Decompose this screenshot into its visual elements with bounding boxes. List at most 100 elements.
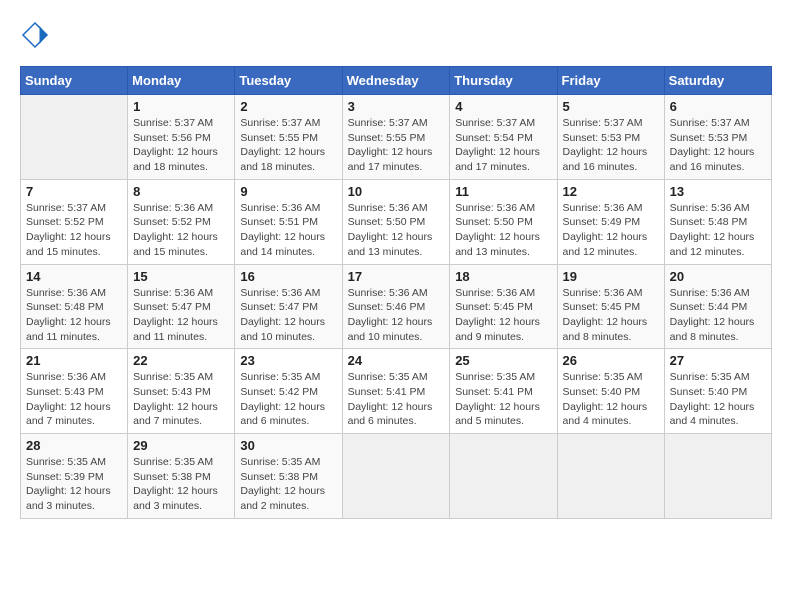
calendar-cell: 12Sunrise: 5:36 AM Sunset: 5:49 PM Dayli… — [557, 179, 664, 264]
calendar-cell: 27 Sunrise: 5:35 AM Sunset: 5:40 PM Dayli… — [664, 349, 771, 434]
weekday-header-saturday: Saturday — [664, 67, 771, 95]
calendar-cell: 22 Sunrise: 5:35 AM Sunset: 5:43 PM Dayli… — [128, 349, 235, 434]
day-info: Sunrise: 5:35 AM Sunset: 5:39 PM Dayligh… — [26, 455, 122, 514]
day-number: 17 — [348, 269, 445, 284]
logo — [20, 20, 54, 50]
day-info: Sunrise: 5:35 AM Sunset: 5:40 PM Dayligh… — [563, 370, 659, 429]
day-number: 27 — [670, 353, 766, 368]
day-info: Sunrise: 5:36 AM Sunset: 5:50 PM Dayligh… — [348, 201, 445, 260]
weekday-header-sunday: Sunday — [21, 67, 128, 95]
calendar-cell: 20Sunrise: 5:36 AM Sunset: 5:44 PM Dayli… — [664, 264, 771, 349]
calendar-cell: 19 Sunrise: 5:36 AM Sunset: 5:45 PM Dayli… — [557, 264, 664, 349]
calendar-cell: 5Sunrise: 5:37 AM Sunset: 5:53 PM Daylig… — [557, 95, 664, 180]
weekday-header-tuesday: Tuesday — [235, 67, 342, 95]
calendar-cell: 28 Sunrise: 5:35 AM Sunset: 5:39 PM Dayli… — [21, 434, 128, 519]
day-number: 4 — [455, 99, 551, 114]
week-row-3: 14 Sunrise: 5:36 AM Sunset: 5:48 PM Dayli… — [21, 264, 772, 349]
day-info: Sunrise: 5:37 AM Sunset: 5:55 PM Dayligh… — [348, 116, 445, 175]
day-info: Sunrise: 5:36 AM Sunset: 5:45 PM Dayligh… — [563, 286, 659, 345]
calendar-cell — [664, 434, 771, 519]
day-number: 6 — [670, 99, 766, 114]
day-number: 24 — [348, 353, 445, 368]
calendar-cell: 2 Sunrise: 5:37 AM Sunset: 5:55 PM Daylig… — [235, 95, 342, 180]
day-number: 11 — [455, 184, 551, 199]
day-info: Sunrise: 5:36 AM Sunset: 5:46 PM Dayligh… — [348, 286, 445, 345]
calendar-cell: 3 Sunrise: 5:37 AM Sunset: 5:55 PM Daylig… — [342, 95, 450, 180]
calendar-cell: 7 Sunrise: 5:37 AM Sunset: 5:52 PM Daylig… — [21, 179, 128, 264]
calendar-body: 1Sunrise: 5:37 AM Sunset: 5:56 PM Daylig… — [21, 95, 772, 519]
day-number: 12 — [563, 184, 659, 199]
day-number: 30 — [240, 438, 336, 453]
calendar-cell: 16 Sunrise: 5:36 AM Sunset: 5:47 PM Dayli… — [235, 264, 342, 349]
calendar-cell: 24 Sunrise: 5:35 AM Sunset: 5:41 PM Dayli… — [342, 349, 450, 434]
day-number: 10 — [348, 184, 445, 199]
day-info: Sunrise: 5:35 AM Sunset: 5:43 PM Dayligh… — [133, 370, 229, 429]
week-row-2: 7 Sunrise: 5:37 AM Sunset: 5:52 PM Daylig… — [21, 179, 772, 264]
weekday-row: SundayMondayTuesdayWednesdayThursdayFrid… — [21, 67, 772, 95]
calendar-cell: 6 Sunrise: 5:37 AM Sunset: 5:53 PM Daylig… — [664, 95, 771, 180]
calendar-cell — [342, 434, 450, 519]
day-info: Sunrise: 5:37 AM Sunset: 5:55 PM Dayligh… — [240, 116, 336, 175]
day-info: Sunrise: 5:37 AM Sunset: 5:54 PM Dayligh… — [455, 116, 551, 175]
calendar-cell: 21 Sunrise: 5:36 AM Sunset: 5:43 PM Dayli… — [21, 349, 128, 434]
calendar-cell: 23 Sunrise: 5:35 AM Sunset: 5:42 PM Dayli… — [235, 349, 342, 434]
weekday-header-thursday: Thursday — [450, 67, 557, 95]
calendar-cell: 25 Sunrise: 5:35 AM Sunset: 5:41 PM Dayli… — [450, 349, 557, 434]
calendar-cell — [21, 95, 128, 180]
day-number: 28 — [26, 438, 122, 453]
day-info: Sunrise: 5:36 AM Sunset: 5:47 PM Dayligh… — [133, 286, 229, 345]
day-info: Sunrise: 5:36 AM Sunset: 5:48 PM Dayligh… — [26, 286, 122, 345]
day-number: 21 — [26, 353, 122, 368]
calendar-cell: 26 Sunrise: 5:35 AM Sunset: 5:40 PM Dayli… — [557, 349, 664, 434]
day-info: Sunrise: 5:35 AM Sunset: 5:42 PM Dayligh… — [240, 370, 336, 429]
weekday-header-friday: Friday — [557, 67, 664, 95]
calendar-cell: 14 Sunrise: 5:36 AM Sunset: 5:48 PM Dayli… — [21, 264, 128, 349]
day-number: 23 — [240, 353, 336, 368]
day-info: Sunrise: 5:36 AM Sunset: 5:45 PM Dayligh… — [455, 286, 551, 345]
calendar-cell: 29Sunrise: 5:35 AM Sunset: 5:38 PM Dayli… — [128, 434, 235, 519]
day-number: 19 — [563, 269, 659, 284]
calendar-cell — [450, 434, 557, 519]
day-info: Sunrise: 5:36 AM Sunset: 5:50 PM Dayligh… — [455, 201, 551, 260]
day-info: Sunrise: 5:37 AM Sunset: 5:53 PM Dayligh… — [670, 116, 766, 175]
day-number: 3 — [348, 99, 445, 114]
day-info: Sunrise: 5:36 AM Sunset: 5:44 PM Dayligh… — [670, 286, 766, 345]
calendar-header: SundayMondayTuesdayWednesdayThursdayFrid… — [21, 67, 772, 95]
day-number: 2 — [240, 99, 336, 114]
calendar-table: SundayMondayTuesdayWednesdayThursdayFrid… — [20, 66, 772, 519]
day-number: 9 — [240, 184, 336, 199]
day-info: Sunrise: 5:35 AM Sunset: 5:41 PM Dayligh… — [348, 370, 445, 429]
day-number: 26 — [563, 353, 659, 368]
day-info: Sunrise: 5:36 AM Sunset: 5:47 PM Dayligh… — [240, 286, 336, 345]
calendar-cell: 30 Sunrise: 5:35 AM Sunset: 5:38 PM Dayli… — [235, 434, 342, 519]
day-info: Sunrise: 5:36 AM Sunset: 5:43 PM Dayligh… — [26, 370, 122, 429]
day-info: Sunrise: 5:37 AM Sunset: 5:53 PM Dayligh… — [563, 116, 659, 175]
calendar-cell: 15 Sunrise: 5:36 AM Sunset: 5:47 PM Dayli… — [128, 264, 235, 349]
week-row-5: 28 Sunrise: 5:35 AM Sunset: 5:39 PM Dayli… — [21, 434, 772, 519]
day-number: 22 — [133, 353, 229, 368]
day-info: Sunrise: 5:35 AM Sunset: 5:38 PM Dayligh… — [240, 455, 336, 514]
week-row-4: 21 Sunrise: 5:36 AM Sunset: 5:43 PM Dayli… — [21, 349, 772, 434]
day-number: 16 — [240, 269, 336, 284]
calendar-cell: 1Sunrise: 5:37 AM Sunset: 5:56 PM Daylig… — [128, 95, 235, 180]
day-number: 25 — [455, 353, 551, 368]
day-number: 14 — [26, 269, 122, 284]
day-info: Sunrise: 5:36 AM Sunset: 5:51 PM Dayligh… — [240, 201, 336, 260]
day-info: Sunrise: 5:35 AM Sunset: 5:38 PM Dayligh… — [133, 455, 229, 514]
calendar-cell — [557, 434, 664, 519]
weekday-header-monday: Monday — [128, 67, 235, 95]
day-info: Sunrise: 5:37 AM Sunset: 5:52 PM Dayligh… — [26, 201, 122, 260]
day-info: Sunrise: 5:35 AM Sunset: 5:41 PM Dayligh… — [455, 370, 551, 429]
day-number: 7 — [26, 184, 122, 199]
calendar-cell: 18 Sunrise: 5:36 AM Sunset: 5:45 PM Dayli… — [450, 264, 557, 349]
header — [20, 20, 772, 50]
week-row-1: 1Sunrise: 5:37 AM Sunset: 5:56 PM Daylig… — [21, 95, 772, 180]
calendar-cell: 4 Sunrise: 5:37 AM Sunset: 5:54 PM Daylig… — [450, 95, 557, 180]
calendar-cell: 9 Sunrise: 5:36 AM Sunset: 5:51 PM Daylig… — [235, 179, 342, 264]
day-number: 8 — [133, 184, 229, 199]
day-number: 15 — [133, 269, 229, 284]
weekday-header-wednesday: Wednesday — [342, 67, 450, 95]
day-info: Sunrise: 5:35 AM Sunset: 5:40 PM Dayligh… — [670, 370, 766, 429]
day-number: 18 — [455, 269, 551, 284]
calendar-cell: 8Sunrise: 5:36 AM Sunset: 5:52 PM Daylig… — [128, 179, 235, 264]
